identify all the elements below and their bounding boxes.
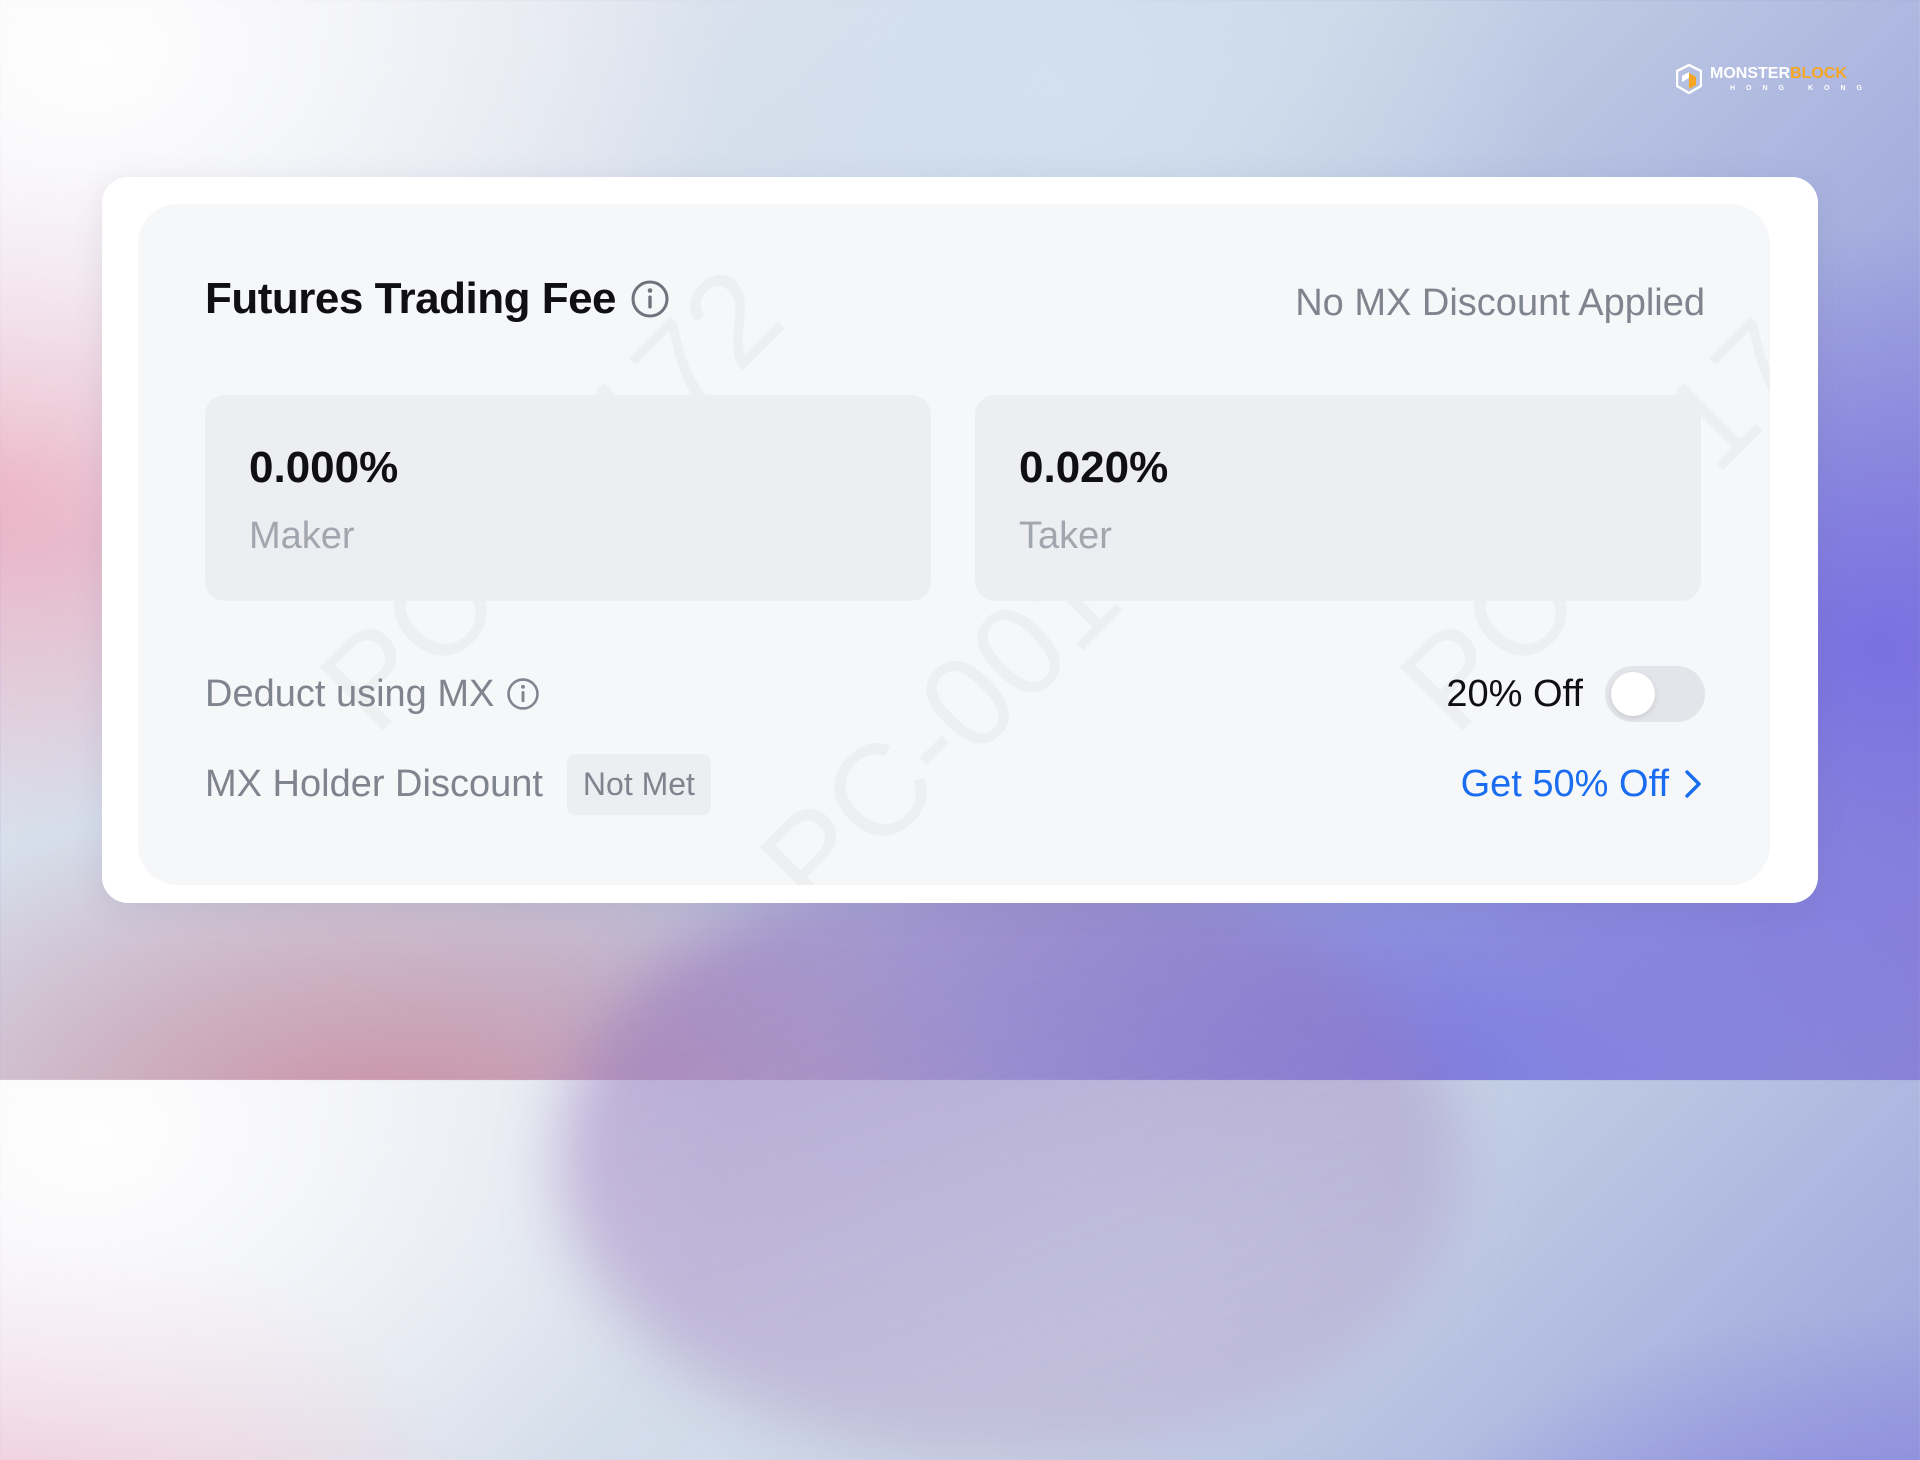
chevron-right-icon [1681,767,1705,801]
discount-status: No MX Discount Applied [1295,282,1705,324]
fee-card: PC-00172 PC-00172 PC-00172 Futures Tradi… [102,177,1818,903]
monsterblock-logo: MONSTERBLOCK HONG KONG [1676,64,1873,94]
taker-fee-label: Taker [1019,515,1112,557]
maker-fee-box: 0.000% Maker [205,395,931,601]
holder-discount-row: MX Holder Discount Not Met Get 50% Off [205,753,1705,815]
logo-wordmark: MONSTERBLOCK [1710,66,1873,82]
deduct-row: Deduct using MX 20% Off [205,664,1705,724]
deduct-label: Deduct using MX [205,672,495,715]
title-group: Futures Trading Fee [205,274,670,324]
logo-word-monster: MONSTER [1710,65,1790,82]
taker-fee-value: 0.020% [1019,443,1169,492]
holder-discount-label: MX Holder Discount [205,762,543,805]
get-discount-link[interactable]: Get 50% Off [1461,763,1705,806]
status-badge: Not Met [566,753,711,815]
info-icon[interactable] [506,677,540,711]
deduct-mx-toggle[interactable] [1605,666,1705,722]
background-swoosh [560,860,1460,1460]
logo-subtitle: HONG KONG [1730,85,1873,92]
taker-fee-box: 0.020% Taker [975,395,1701,601]
card-header: Futures Trading Fee No MX Discount Appli… [205,274,1705,334]
maker-fee-value: 0.000% [249,443,399,492]
deduct-off-label: 20% Off [1446,672,1583,715]
logo-word-block: BLOCK [1790,65,1847,82]
fee-card-inner: PC-00172 PC-00172 PC-00172 Futures Tradi… [138,204,1770,885]
maker-fee-label: Maker [249,515,355,557]
info-icon[interactable] [630,279,670,319]
toggle-knob [1611,672,1655,716]
get-discount-link-text: Get 50% Off [1460,762,1669,805]
page-title: Futures Trading Fee [205,274,617,323]
monsterblock-logo-icon [1676,64,1702,94]
